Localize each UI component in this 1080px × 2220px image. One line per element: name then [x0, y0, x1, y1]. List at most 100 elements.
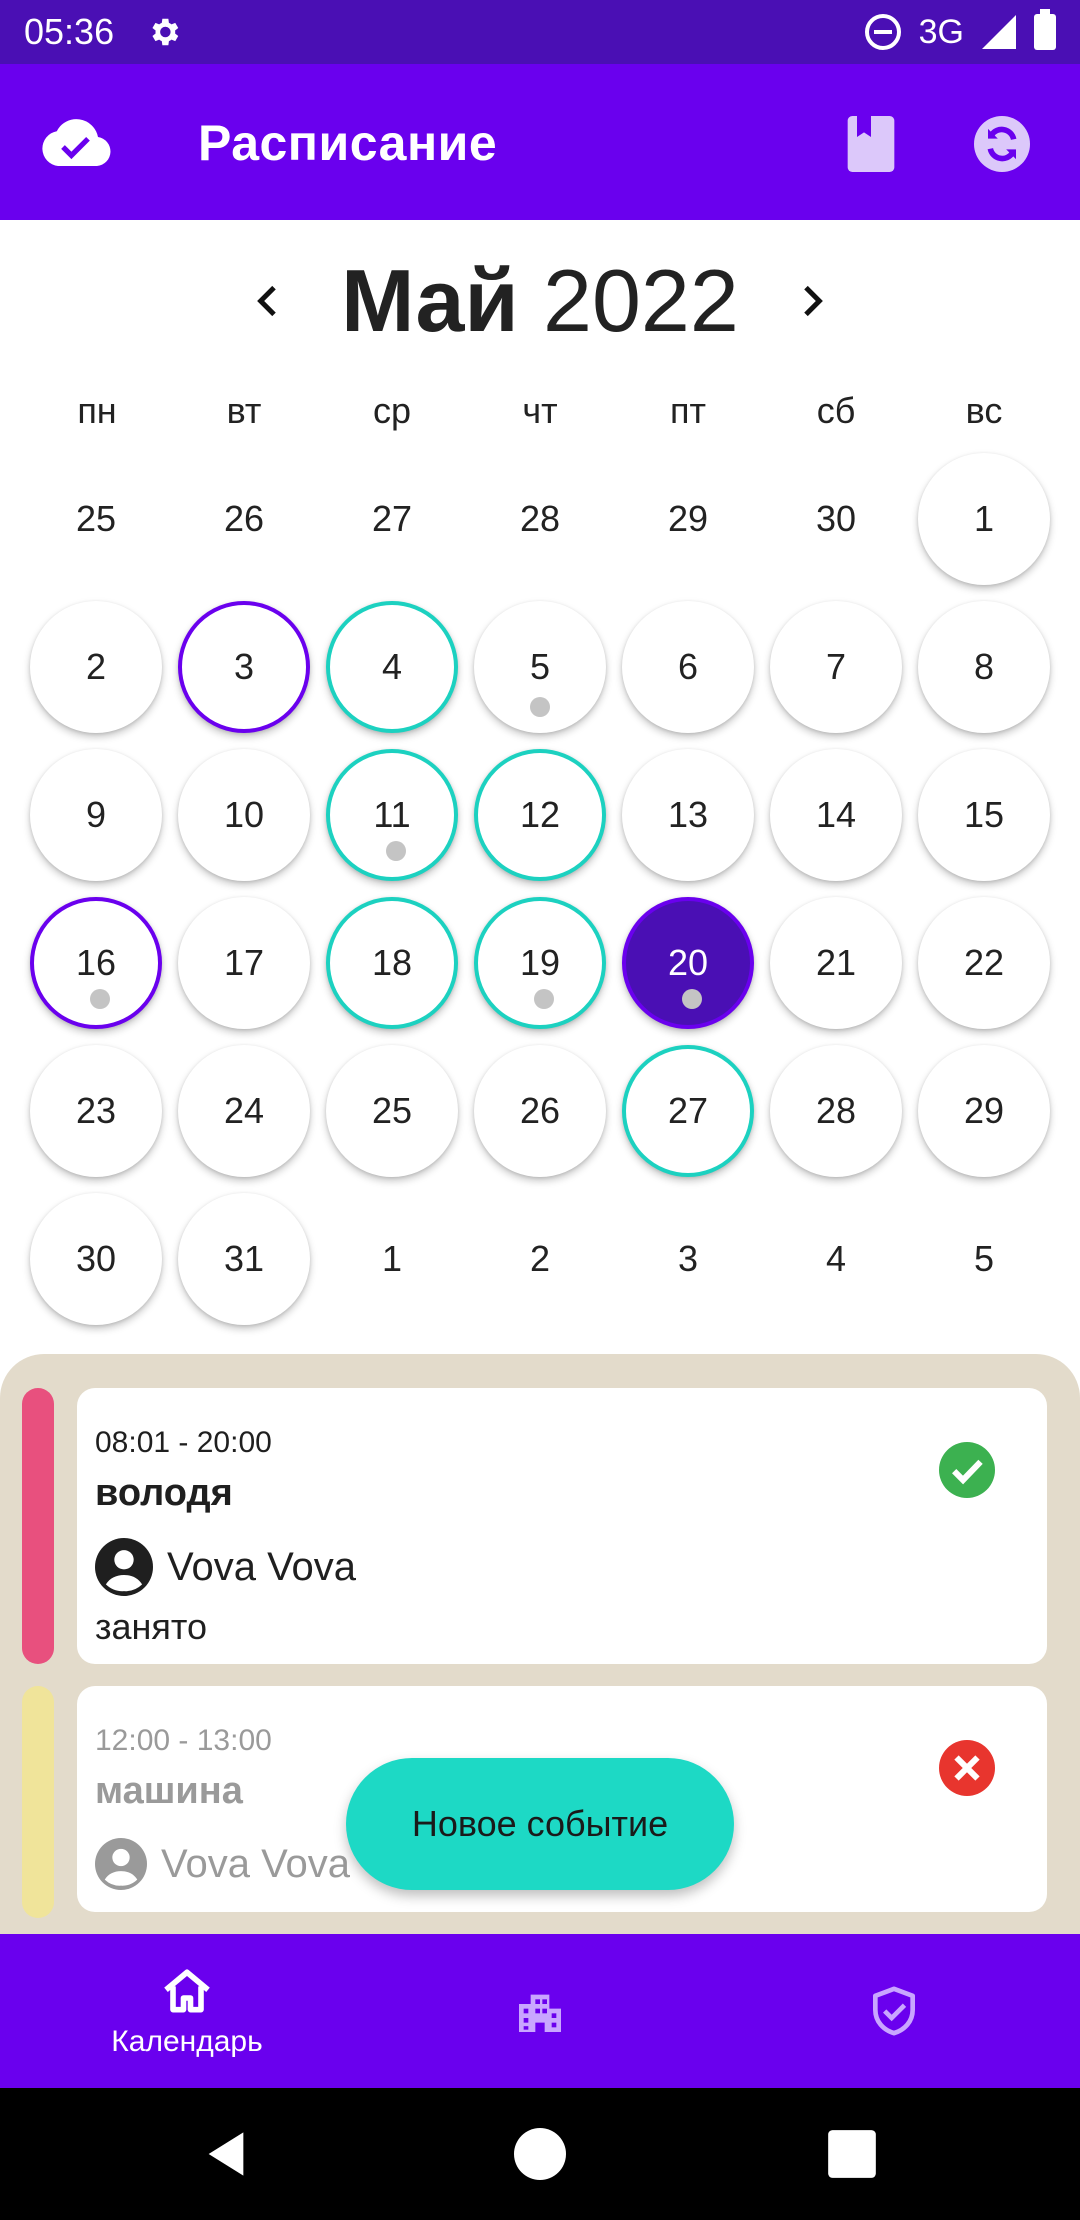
calendar-day[interactable]: 4 [326, 601, 458, 733]
day-number: 17 [223, 942, 265, 983]
day-number: 6 [677, 646, 699, 687]
event-dot [386, 841, 406, 861]
check-circle-icon[interactable] [939, 1442, 995, 1498]
calendar-day[interactable]: 3 [178, 601, 310, 733]
month-label: Май 2022 [341, 250, 739, 352]
weekday-label: вс [965, 390, 1003, 431]
calendar-day[interactable]: 25 [326, 1045, 458, 1177]
calendar-day[interactable]: 16 [30, 897, 162, 1029]
nav-item-buildings[interactable] [412, 1934, 668, 2088]
sync-icon[interactable] [974, 116, 1030, 172]
event-card[interactable]: 08:01 - 20:00 володя Vova Vova занято [77, 1388, 1047, 1664]
calendar-day[interactable]: 27 [326, 453, 458, 585]
event-person: Vova Vova [95, 1838, 350, 1890]
status-time: 05:36 [24, 11, 115, 52]
calendar-day[interactable]: 29 [622, 453, 754, 585]
calendar-day[interactable]: 26 [474, 1045, 606, 1177]
calendar-day[interactable]: 29 [918, 1045, 1050, 1177]
calendar-day[interactable]: 2 [474, 1193, 606, 1325]
event-dot [682, 989, 702, 1009]
calendar-day[interactable]: 10 [178, 749, 310, 881]
next-month-button[interactable] [791, 281, 831, 321]
weekday-label: чт [522, 390, 558, 431]
calendar-day[interactable]: 4 [770, 1193, 902, 1325]
day-number: 4 [825, 1238, 847, 1279]
calendar-day[interactable]: 27 [622, 1045, 754, 1177]
event-dot [90, 989, 110, 1009]
cancel-circle-icon[interactable] [939, 1740, 995, 1796]
dnd-icon [864, 14, 901, 50]
day-number: 29 [963, 1090, 1005, 1131]
calendar-day[interactable]: 17 [178, 897, 310, 1029]
weekday-label: вт [226, 390, 262, 431]
calendar-day[interactable]: 18 [326, 897, 458, 1029]
day-number: 21 [815, 942, 857, 983]
calendar-day[interactable]: 1 [918, 453, 1050, 585]
month-header: Май 2022 [0, 250, 1080, 352]
day-number: 5 [973, 1238, 995, 1279]
back-icon[interactable] [200, 2128, 252, 2180]
home-icon [164, 1969, 210, 2013]
calendar-day[interactable]: 25 [30, 453, 162, 585]
calendar-day[interactable]: 26 [178, 453, 310, 585]
calendar-day[interactable]: 3 [622, 1193, 754, 1325]
calendar-day[interactable]: 23 [30, 1045, 162, 1177]
prev-month-button[interactable] [249, 281, 289, 321]
day-number: 12 [519, 794, 561, 835]
day-number: 2 [85, 646, 107, 687]
day-number: 8 [973, 646, 995, 687]
calendar-day[interactable]: 30 [30, 1193, 162, 1325]
day-number: 13 [667, 794, 709, 835]
calendar-day[interactable]: 5 [918, 1193, 1050, 1325]
day-number: 31 [223, 1238, 265, 1279]
calendar-day[interactable]: 7 [770, 601, 902, 733]
day-number: 5 [529, 646, 551, 687]
new-event-button[interactable]: Новое событие [346, 1758, 734, 1890]
calendar-day[interactable]: 30 [770, 453, 902, 585]
calendar-day[interactable]: 6 [622, 601, 754, 733]
calendar-day[interactable]: 13 [622, 749, 754, 881]
calendar-day[interactable]: 8 [918, 601, 1050, 733]
book-icon[interactable] [846, 116, 896, 172]
calendar-day[interactable]: 1 [326, 1193, 458, 1325]
calendar-day[interactable]: 22 [918, 897, 1050, 1029]
event-person-name: Vova Vova [167, 1544, 357, 1589]
calendar-day[interactable]: 2 [30, 601, 162, 733]
day-number: 16 [75, 942, 117, 983]
calendar-day[interactable]: 24 [178, 1045, 310, 1177]
shield-check-icon [873, 1986, 915, 2036]
calendar-day[interactable]: 28 [474, 453, 606, 585]
day-number: 11 [373, 794, 411, 835]
recents-icon[interactable] [826, 2128, 878, 2180]
calendar-day[interactable]: 19 [474, 897, 606, 1029]
app-bar: Расписание [0, 64, 1080, 220]
page-title: Расписание [198, 115, 498, 171]
nav-item-calendar[interactable]: Календарь [60, 1934, 314, 2088]
cloud-check-icon[interactable] [40, 116, 112, 168]
calendar-day[interactable]: 5 [474, 601, 606, 733]
calendar-day[interactable]: 11 [326, 749, 458, 881]
event-title: машина [95, 1770, 243, 1812]
calendar-day[interactable]: 28 [770, 1045, 902, 1177]
calendar-day[interactable]: 12 [474, 749, 606, 881]
status-bar: 05:36 3G [0, 0, 1080, 64]
day-number: 7 [825, 646, 847, 687]
home-circle-icon[interactable] [514, 2128, 566, 2180]
calendar-day[interactable]: 9 [30, 749, 162, 881]
day-number: 3 [677, 1238, 699, 1279]
nav-label: Календарь [111, 2025, 263, 2058]
calendar-day[interactable]: 21 [770, 897, 902, 1029]
day-number: 25 [75, 498, 117, 539]
calendar-day[interactable]: 15 [918, 749, 1050, 881]
signal-icon [982, 15, 1016, 49]
event-dot [530, 697, 550, 717]
day-number: 19 [519, 942, 561, 983]
account-circle-icon [95, 1538, 153, 1596]
day-number: 27 [371, 498, 413, 539]
calendar-day[interactable]: 14 [770, 749, 902, 881]
day-number: 2 [529, 1238, 551, 1279]
calendar-day[interactable]: 31 [178, 1193, 310, 1325]
day-number: 4 [381, 646, 403, 687]
nav-item-security[interactable] [766, 1934, 1022, 2088]
calendar-day-selected[interactable]: 20 [622, 897, 754, 1029]
